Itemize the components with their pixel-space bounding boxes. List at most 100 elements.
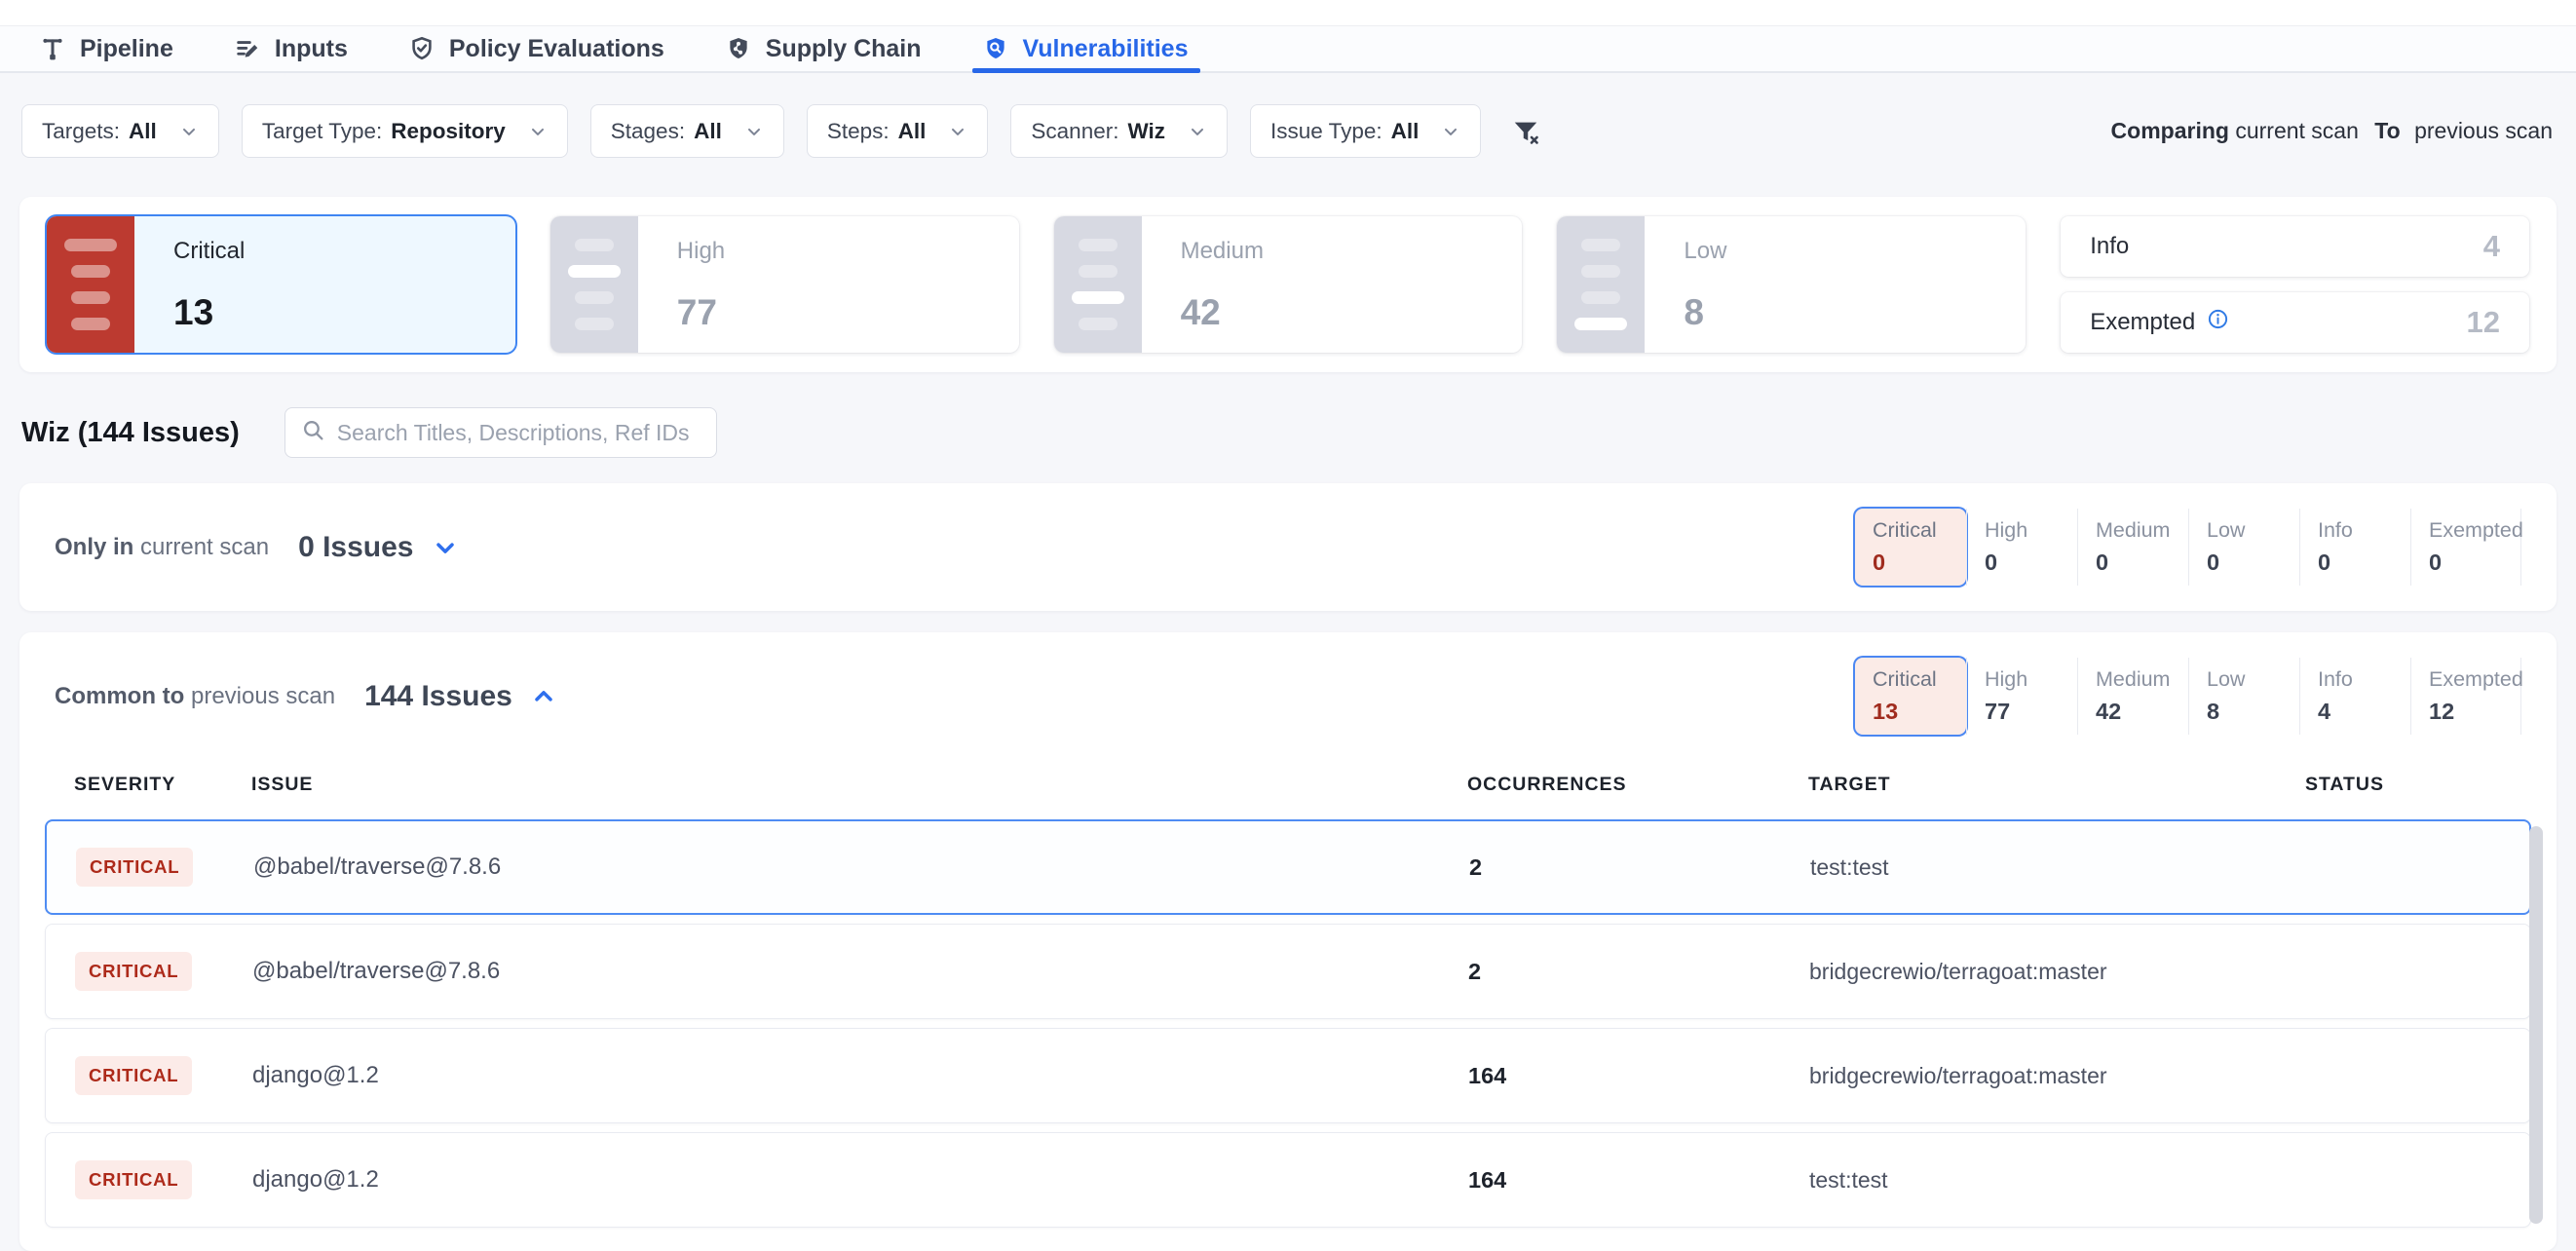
issues-table-header: SEVERITY ISSUE OCCURRENCES TARGET STATUS [19, 760, 2557, 819]
table-row[interactable]: CRITICAL django@1.2 164 test:test [45, 1132, 2531, 1228]
severity-card-exempted[interactable]: Exempted 12 [2061, 292, 2529, 353]
side-card-label: Info [2090, 233, 2129, 260]
side-card-label: Exempted [2090, 309, 2195, 336]
tab-supply-chain[interactable]: Supply Chain [725, 26, 922, 71]
filter-stages[interactable]: Stages:All [590, 104, 784, 158]
search-box[interactable] [284, 407, 717, 458]
pipeline-icon [39, 35, 66, 62]
severity-card-label: Low [1684, 238, 1726, 265]
scanner-results-title: Wiz (144 Issues) [21, 417, 240, 449]
chevron-down-icon [744, 122, 764, 141]
tab-label: Policy Evaluations [449, 35, 664, 63]
severity-card-count: 8 [1684, 292, 1726, 333]
tab-pipeline[interactable]: Pipeline [39, 26, 173, 71]
severity-card-count: 77 [677, 292, 725, 333]
severity-pill-info[interactable]: Info 4 [2299, 658, 2410, 735]
issues-table-body: CRITICAL @babel/traverse@7.8.6 2 test:te… [19, 819, 2557, 1251]
severity-pill-group: Critical 13 High 77 Medium 42 Low 8 Info… [1855, 658, 2521, 735]
tab-label: Vulnerabilities [1023, 35, 1189, 63]
severity-card-medium[interactable]: Medium 42 [1054, 216, 1523, 353]
severity-pill-high[interactable]: High 77 [1966, 658, 2077, 735]
severity-card-label: Critical [173, 238, 245, 265]
table-row[interactable]: CRITICAL django@1.2 164 bridgecrewio/ter… [45, 1028, 2531, 1123]
tab-label: Inputs [275, 35, 348, 63]
target-cell: test:test [1810, 854, 2307, 881]
severity-card-critical[interactable]: Critical 13 [47, 216, 515, 353]
filter-steps[interactable]: Steps:All [807, 104, 989, 158]
severity-meter-icon [47, 216, 134, 353]
severity-meter-icon [550, 216, 638, 353]
severity-badge: CRITICAL [75, 1160, 192, 1199]
issue-cell: @babel/traverse@7.8.6 [253, 853, 1469, 881]
severity-pill-low[interactable]: Low 8 [2188, 658, 2299, 735]
filter-issue-type[interactable]: Issue Type:All [1250, 104, 1481, 158]
section-common-to-previous-scan: Common to previous scan 144 Issues Criti… [19, 632, 2557, 1251]
occurrences-cell: 164 [1468, 1063, 1809, 1089]
chevron-down-icon[interactable] [432, 534, 459, 561]
side-card-count: 12 [2467, 305, 2500, 340]
window-top-strip [0, 0, 2576, 26]
tab-policy-evaluations[interactable]: Policy Evaluations [408, 26, 664, 71]
severity-pill-exempted[interactable]: Exempted 0 [2410, 509, 2521, 586]
supply-chain-icon [725, 35, 752, 62]
severity-badge: CRITICAL [76, 848, 193, 887]
issue-cell: django@1.2 [252, 1062, 1468, 1089]
severity-meter-icon [1054, 216, 1142, 353]
chevron-down-icon [948, 122, 967, 141]
section-issue-count: 144 Issues [364, 680, 512, 713]
chevron-down-icon [1441, 122, 1460, 141]
occurrences-cell: 2 [1468, 959, 1809, 985]
chevron-down-icon [528, 122, 548, 141]
vulnerabilities-icon [982, 35, 1009, 62]
vertical-scrollbar[interactable] [2529, 826, 2543, 1224]
section-issue-count: 0 Issues [298, 531, 413, 564]
severity-pill-critical[interactable]: Critical 13 [1855, 658, 1966, 735]
severity-pill-medium[interactable]: Medium 42 [2077, 658, 2188, 735]
severity-card-count: 13 [173, 292, 245, 333]
severity-pill-low[interactable]: Low 0 [2188, 509, 2299, 586]
severity-pill-info[interactable]: Info 0 [2299, 509, 2410, 586]
severity-side-column: Info 4 Exempted 12 [2061, 216, 2529, 353]
section-label: Only in current scan [55, 534, 269, 561]
table-row[interactable]: CRITICAL @babel/traverse@7.8.6 2 bridgec… [45, 924, 2531, 1019]
severity-badge: CRITICAL [75, 952, 192, 991]
severity-pill-critical[interactable]: Critical 0 [1855, 509, 1966, 586]
filter-bar: Targets:All Target Type:Repository Stage… [0, 73, 2576, 158]
execution-tab-bar: Pipeline Inputs Policy Evaluations Suppl… [0, 26, 2576, 73]
tab-label: Pipeline [80, 35, 173, 63]
filter-targets[interactable]: Targets:All [21, 104, 219, 158]
severity-summary-panel: Critical 13 High 77 Medium 42 Low 8 I [19, 197, 2557, 372]
severity-card-low[interactable]: Low 8 [1557, 216, 2026, 353]
tab-inputs[interactable]: Inputs [234, 26, 348, 71]
severity-pill-high[interactable]: High 0 [1966, 509, 2077, 586]
filter-target-type[interactable]: Target Type:Repository [242, 104, 568, 158]
occurrences-cell: 164 [1468, 1167, 1809, 1194]
inputs-icon [234, 35, 261, 62]
tab-vulnerabilities[interactable]: Vulnerabilities [982, 26, 1189, 71]
target-cell: test:test [1809, 1167, 2306, 1194]
severity-card-label: Medium [1181, 238, 1264, 265]
search-icon [301, 418, 325, 447]
issue-cell: @babel/traverse@7.8.6 [252, 958, 1468, 985]
severity-pill-exempted[interactable]: Exempted 12 [2410, 658, 2521, 735]
chevron-down-icon [1188, 122, 1207, 141]
policy-evaluations-icon [408, 35, 436, 62]
severity-badge: CRITICAL [75, 1056, 192, 1095]
results-header: Wiz (144 Issues) [21, 407, 2555, 458]
table-row[interactable]: CRITICAL @babel/traverse@7.8.6 2 test:te… [45, 819, 2531, 915]
chevron-down-icon [179, 122, 199, 141]
search-input[interactable] [337, 420, 701, 446]
severity-card-label: High [677, 238, 725, 265]
info-icon[interactable] [2207, 308, 2229, 337]
severity-pill-medium[interactable]: Medium 0 [2077, 509, 2188, 586]
chevron-up-icon[interactable] [530, 683, 557, 710]
occurrences-cell: 2 [1469, 854, 1810, 881]
target-cell: bridgecrewio/terragoat:master [1809, 1063, 2306, 1089]
severity-card-info[interactable]: Info 4 [2061, 216, 2529, 277]
clear-filters-icon[interactable] [1511, 117, 1540, 146]
filter-scanner[interactable]: Scanner:Wiz [1010, 104, 1228, 158]
severity-card-count: 42 [1181, 292, 1264, 333]
severity-meter-icon [1557, 216, 1645, 353]
severity-card-high[interactable]: High 77 [550, 216, 1019, 353]
section-label: Common to previous scan [55, 683, 335, 710]
